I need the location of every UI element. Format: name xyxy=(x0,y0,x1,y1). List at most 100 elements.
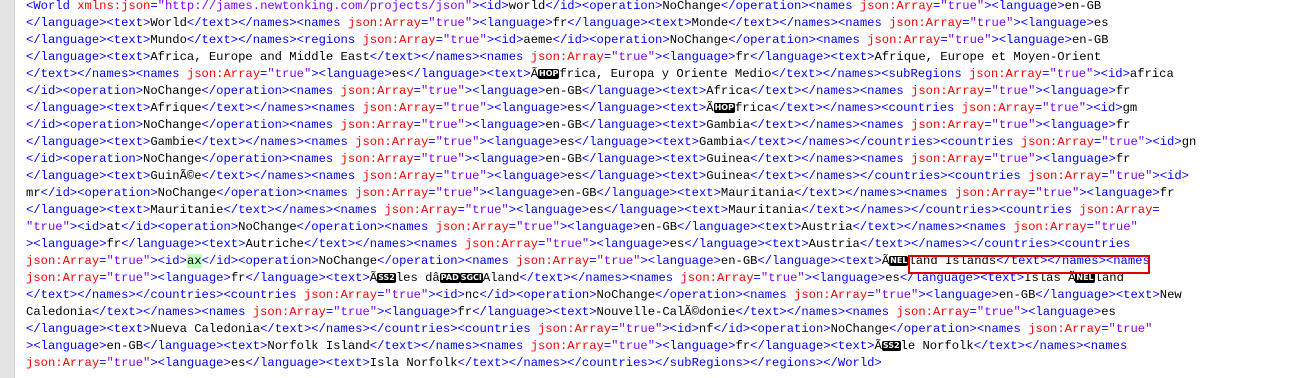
xml-tag: </text></names><names xyxy=(750,118,912,132)
xml-attribute-name: json:Array xyxy=(1028,169,1102,183)
xml-tag: <World xyxy=(26,0,78,13)
xml-text: gn xyxy=(1181,135,1197,149)
xml-text: en-GB xyxy=(1071,33,1109,47)
xml-text: gm xyxy=(1122,101,1138,115)
code-line[interactable]: ><language>fr</language><text>Autriche</… xyxy=(26,236,1309,253)
control-char-glyph: SS2 xyxy=(881,341,901,351)
code-line[interactable]: </id><operation>NoChange</operation><nam… xyxy=(26,117,1309,134)
xml-attribute-name: json:Array xyxy=(186,67,261,81)
xml-attribute-name: xmlns:json xyxy=(77,0,151,13)
xml-attribute-name: json:Array xyxy=(362,33,436,47)
xml-text: Monde xyxy=(691,16,729,30)
code-line[interactable]: <World xmlns:json="http://james.newtonki… xyxy=(26,0,1309,15)
xml-attribute-name: json:Array xyxy=(303,288,378,302)
xml-attribute-name: json:Array xyxy=(362,169,436,183)
xml-attribute-name: json:Array xyxy=(1028,322,1102,336)
xml-tag: ><language> xyxy=(1079,186,1160,200)
xml-text: fr xyxy=(735,339,751,353)
xml-text: Caledonia xyxy=(26,305,92,319)
xml-tag: </text></names><subRegions xyxy=(771,67,969,81)
code-line[interactable]: </text></names></countries><countries js… xyxy=(26,287,1309,304)
editor-gutter[interactable] xyxy=(0,0,15,378)
xml-tag: </id><operation> xyxy=(713,322,831,336)
xml-attribute-value: "true" xyxy=(442,169,487,183)
xml-text: Afrique xyxy=(150,101,202,115)
code-line[interactable]: </language><text>GuinÃ©e</text></names><… xyxy=(26,168,1309,185)
xml-tag: = xyxy=(457,203,465,217)
xml-text: mr xyxy=(26,186,41,200)
xml-tag: </id><operation> xyxy=(26,84,144,98)
xml-tag: ><language> xyxy=(479,186,560,200)
xml-text: en-GB xyxy=(998,288,1036,302)
code-line[interactable]: "true"><id>at</id><operation>NoChange</o… xyxy=(26,219,1309,236)
xml-tag: </id><operation> xyxy=(26,152,144,166)
xml-attribute-name: json:Array xyxy=(362,101,436,115)
xml-tag: </language><text> xyxy=(121,237,246,251)
xml-tag: </operation><names xyxy=(377,254,517,268)
xml-attribute-value: "true" xyxy=(969,16,1014,30)
code-area[interactable]: <World xmlns:json="http://james.newtonki… xyxy=(26,0,1309,372)
xml-tag: = xyxy=(984,118,992,132)
xml-text: Autriche xyxy=(245,237,304,251)
xml-tag: = xyxy=(413,118,421,132)
xml-tag: </language><text> xyxy=(581,101,707,115)
xml-tag: ><language> xyxy=(589,237,670,251)
xml-attribute-name: json:Array xyxy=(1020,135,1094,149)
selected-text: ax xyxy=(186,254,202,268)
xml-text: Ã xyxy=(369,271,378,285)
xml-attribute-value: "true" xyxy=(1093,220,1138,234)
xml-tag: </id><operation> xyxy=(26,118,144,132)
code-line[interactable]: mr</id><operation>NoChange</operation><n… xyxy=(26,185,1309,202)
xml-tag: ><id> xyxy=(472,0,509,13)
xml-attribute-value: "true" xyxy=(1101,135,1146,149)
xml-text: fr xyxy=(1115,152,1131,166)
xml-text: fr xyxy=(106,237,122,251)
xml-tag: </operation><names xyxy=(889,322,1029,336)
code-line[interactable]: </language><text>Mundo</text></names><re… xyxy=(26,32,1309,49)
xml-text: world xyxy=(508,0,546,13)
xml-tag: ><language> xyxy=(150,271,231,285)
xml-attribute-name: json:Array xyxy=(911,118,985,132)
code-line[interactable]: </language><text>Afrique</text></names><… xyxy=(26,100,1309,117)
xml-text: fr xyxy=(1115,84,1131,98)
xml-editor[interactable]: <World xmlns:json="http://james.newtonki… xyxy=(0,0,1309,378)
xml-text: es xyxy=(1101,305,1116,319)
xml-attribute-name: json:Array xyxy=(26,356,100,370)
xml-tag: </text></names><names xyxy=(750,84,912,98)
xml-attribute-value: "true" xyxy=(516,220,560,234)
xml-attribute-value: "true" xyxy=(991,152,1036,166)
xml-text: Mauritanie xyxy=(150,203,224,217)
xml-tag: </operation><names xyxy=(720,0,860,13)
xml-tag: = xyxy=(435,33,443,47)
xml-tag: ><language> xyxy=(26,237,107,251)
xml-attribute-value: "true" xyxy=(442,101,487,115)
xml-tag: </operation><names xyxy=(201,118,341,132)
code-line[interactable]: </id><operation>NoChange</operation><nam… xyxy=(26,151,1309,168)
xml-tag: = xyxy=(413,152,421,166)
xml-attribute-value: "true" xyxy=(1108,169,1153,183)
code-line[interactable]: </id><operation>NoChange</operation><nam… xyxy=(26,83,1309,100)
code-line[interactable]: </language><text>World</text></names><na… xyxy=(26,15,1309,32)
xml-tag: ><id> xyxy=(1145,135,1182,149)
code-line[interactable]: </language><text>Mauritanie</text></name… xyxy=(26,202,1309,219)
xml-tag: ><id> xyxy=(428,288,465,302)
code-line[interactable]: ><language>en-GB</language><text>Norfolk… xyxy=(26,338,1309,355)
xml-tag: </language><text> xyxy=(567,16,692,30)
xml-tag: ><language> xyxy=(1035,84,1116,98)
code-line[interactable]: </text></names><names json:Array="true">… xyxy=(26,66,1309,83)
code-line[interactable]: </language><text>Africa, Europe and Midd… xyxy=(26,49,1309,66)
xml-tag: ><language> xyxy=(26,339,107,353)
xml-attribute-name: json:Array xyxy=(954,186,1029,200)
code-line[interactable]: </language><text>Gambie</text></names><n… xyxy=(26,134,1309,151)
xml-attribute-name: json:Array xyxy=(355,135,429,149)
xml-tag: </operation><names xyxy=(201,84,341,98)
code-line[interactable]: Caledonia</text></names><names json:Arra… xyxy=(26,304,1309,321)
xml-tag: </text></names></countries><countries xyxy=(26,288,304,302)
xml-tag: ><language> xyxy=(508,203,590,217)
xml-attribute-value: "true" xyxy=(611,50,656,64)
xml-tag: </language><text> xyxy=(26,322,151,336)
code-line[interactable]: json:Array="true"><language>es</language… xyxy=(26,355,1309,372)
code-line[interactable]: </language><text>Nueva Caledonia</text><… xyxy=(26,321,1309,338)
xml-tag: </text></names><regions xyxy=(186,33,363,47)
xml-text: frica, Europa y Oriente Medio xyxy=(559,67,772,81)
